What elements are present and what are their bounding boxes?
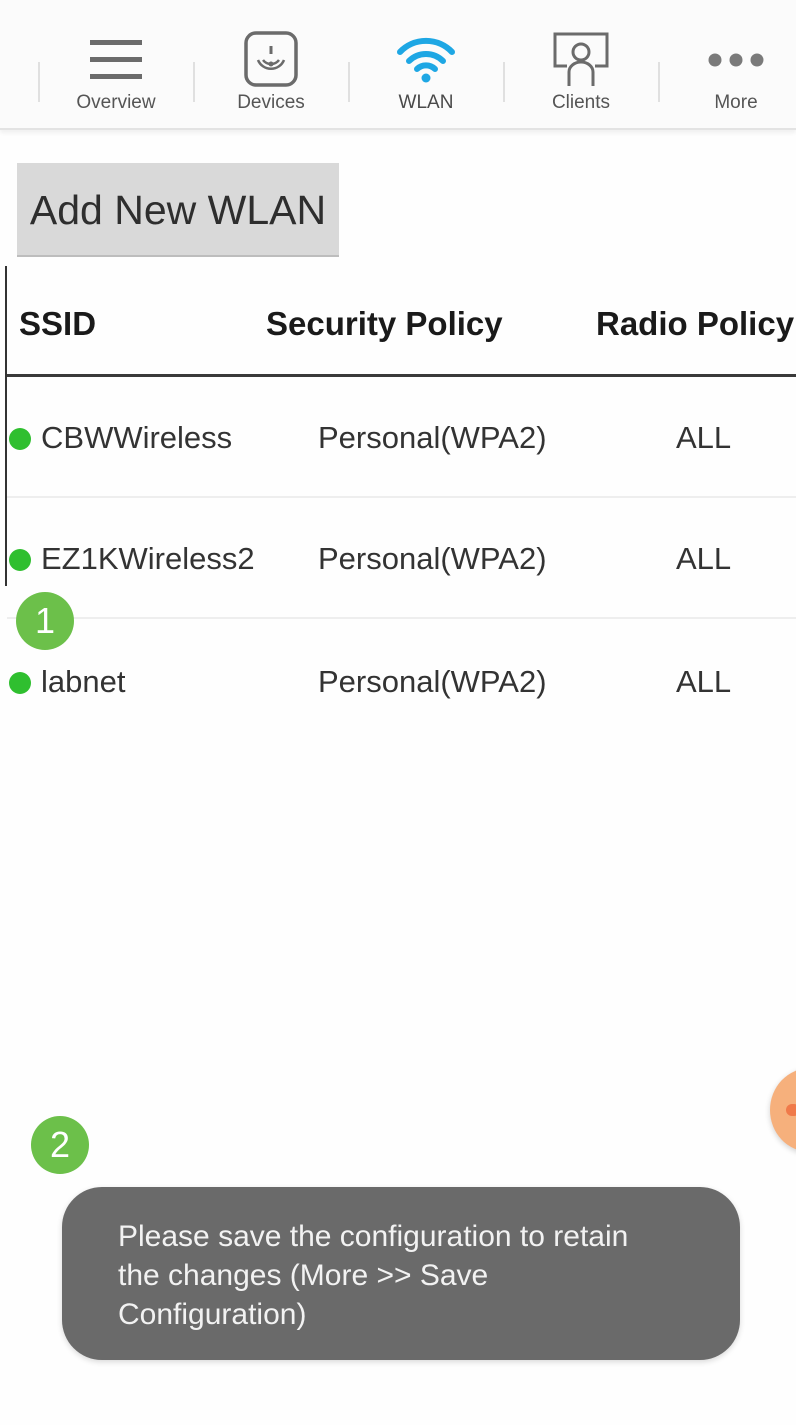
- nav-separator: [193, 62, 195, 102]
- nav-tab-overview[interactable]: Overview: [56, 0, 176, 128]
- table-row[interactable]: CBWWireless Personal(WPA2) ALL: [7, 377, 796, 498]
- nav-tab-more[interactable]: More: [676, 0, 796, 128]
- wlan-screen: Overview Devices WLAN Clients More Add N…: [0, 0, 796, 1425]
- radio-policy-cell: ALL: [676, 420, 732, 455]
- nav-label-more: More: [714, 92, 758, 113]
- fab-icon: [786, 1104, 796, 1116]
- status-dot-icon: [9, 549, 31, 571]
- security-policy-cell: Personal(WPA2): [318, 664, 547, 699]
- nav-label-overview: Overview: [76, 92, 156, 113]
- ssid-cell: EZ1KWireless2: [41, 541, 255, 576]
- ssid-cell: labnet: [41, 664, 126, 699]
- save-reminder-toast: Please save the configuration to retain …: [62, 1187, 740, 1360]
- column-header-radio-policy[interactable]: Radio Policy: [596, 305, 794, 343]
- radio-policy-cell: ALL: [676, 664, 732, 699]
- table-row[interactable]: labnet Personal(WPA2) ALL: [7, 619, 796, 719]
- column-header-security-policy[interactable]: Security Policy: [266, 305, 503, 343]
- status-dot-icon: [9, 428, 31, 450]
- nav-separator: [503, 62, 505, 102]
- nav-separator: [658, 62, 660, 102]
- table-row[interactable]: EZ1KWireless2 Personal(WPA2) ALL: [7, 498, 796, 619]
- radio-policy-cell: ALL: [676, 541, 732, 576]
- step-badge-1: 1: [16, 592, 74, 650]
- more-dots-icon: [708, 53, 764, 67]
- nav-tab-devices[interactable]: Devices: [211, 0, 331, 128]
- nav-tab-clients[interactable]: Clients: [521, 0, 641, 128]
- access-point-icon: [244, 31, 298, 87]
- nav-label-devices: Devices: [237, 92, 305, 113]
- security-policy-cell: Personal(WPA2): [318, 541, 547, 576]
- hamburger-menu-icon: [90, 40, 142, 79]
- top-navigation-bar: Overview Devices WLAN Clients More: [0, 0, 796, 130]
- status-dot-icon: [9, 672, 31, 694]
- nav-tab-wlan[interactable]: WLAN: [366, 0, 486, 128]
- floating-action-button[interactable]: [770, 1068, 796, 1152]
- nav-label-wlan: WLAN: [398, 92, 454, 113]
- column-header-ssid[interactable]: SSID: [19, 305, 96, 343]
- wifi-icon: [397, 37, 455, 83]
- nav-separator: [348, 62, 350, 102]
- toast-message: Please save the configuration to retain …: [118, 1220, 629, 1331]
- nav-label-clients: Clients: [551, 92, 611, 113]
- security-policy-cell: Personal(WPA2): [318, 420, 547, 455]
- client-user-icon: [553, 32, 609, 86]
- ssid-cell: CBWWireless: [41, 420, 233, 455]
- step-badge-2: 2: [31, 1116, 89, 1174]
- nav-separator: [38, 62, 40, 102]
- add-new-wlan-button[interactable]: Add New WLAN: [17, 163, 339, 257]
